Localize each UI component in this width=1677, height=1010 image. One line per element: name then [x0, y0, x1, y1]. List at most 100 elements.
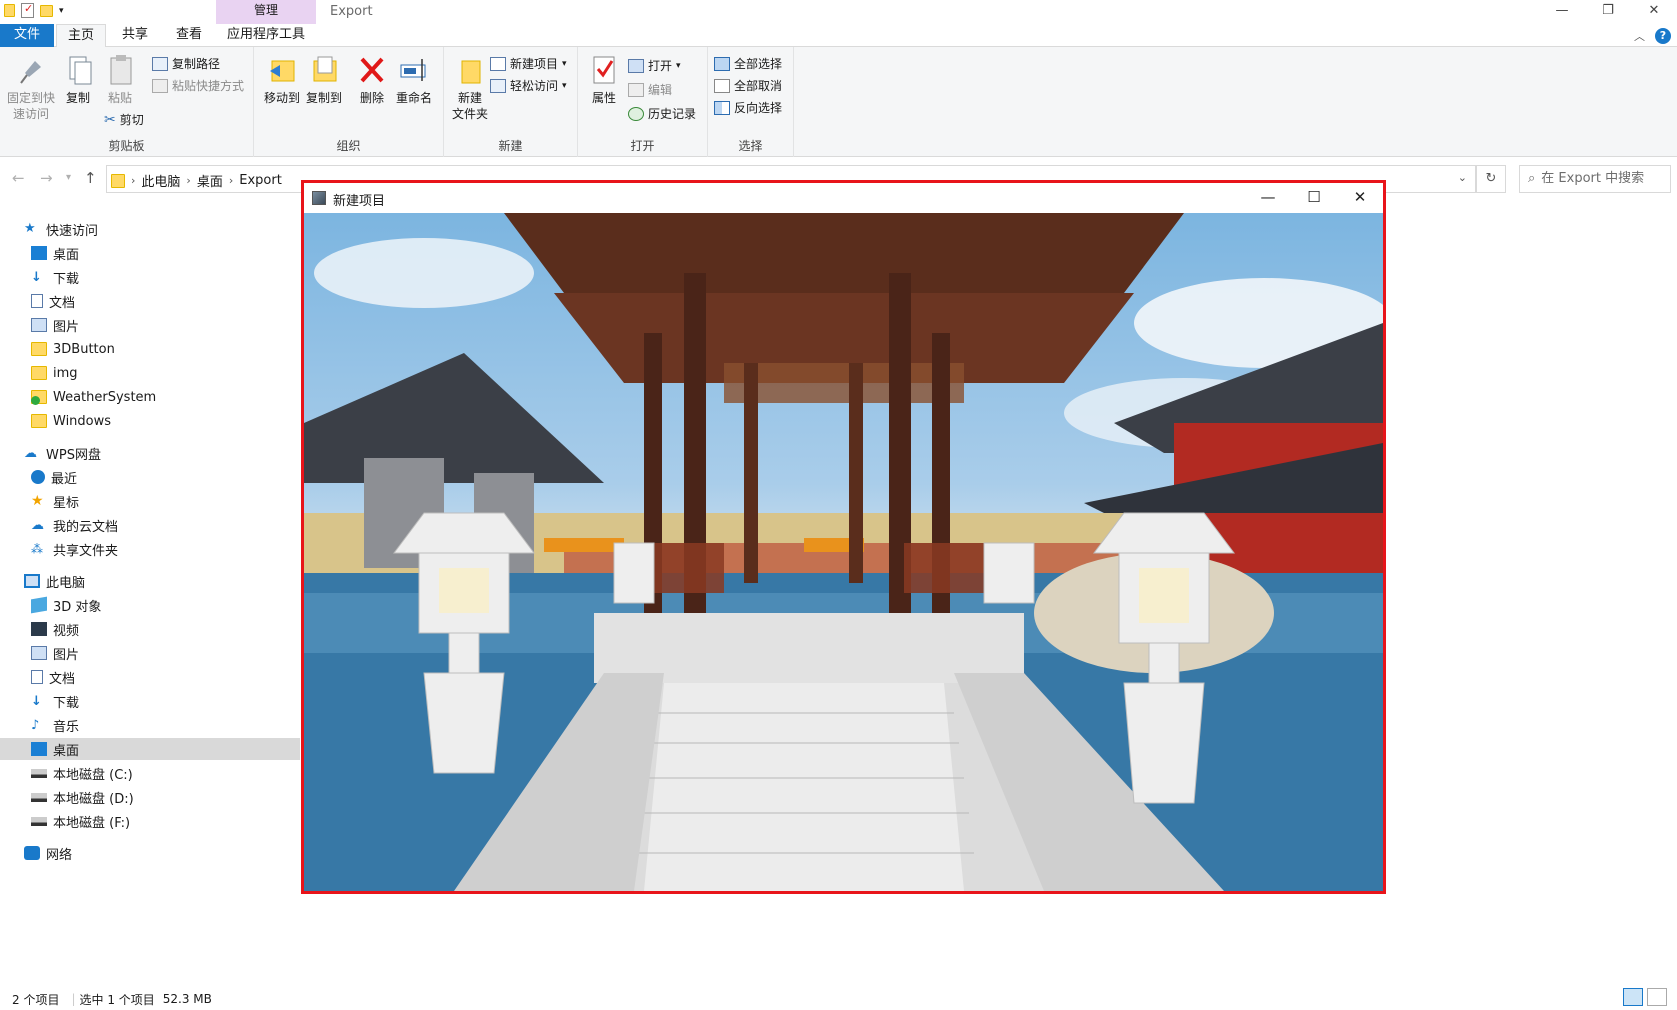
nav-item-drive-c[interactable]: 本地磁盘 (C:): [0, 762, 300, 784]
nav-item-recent[interactable]: 最近: [0, 466, 300, 488]
nav-item-3d-objects[interactable]: 3D 对象: [0, 594, 300, 616]
large-icons-view-icon[interactable]: [1647, 988, 1667, 1006]
tab-file[interactable]: 文件: [0, 24, 54, 47]
nav-item-shared-folder[interactable]: ⁂ 共享文件夹: [0, 538, 300, 560]
nav-item-downloads-pc[interactable]: ↓ 下载: [0, 690, 300, 712]
paste-shortcut-button[interactable]: 粘贴快捷方式: [152, 77, 244, 94]
copy-path-icon: [152, 56, 168, 71]
nav-item-documents[interactable]: 文档: [0, 290, 300, 312]
star-icon: ★: [24, 221, 36, 236]
open-button[interactable]: 打开 ▾: [628, 57, 681, 74]
select-none-icon: [714, 78, 730, 93]
nav-item-cloud-docs[interactable]: ☁ 我的云文档: [0, 514, 300, 536]
nav-item-downloads[interactable]: ↓ 下载: [0, 266, 300, 288]
new-item-icon: [490, 56, 506, 71]
tab-app-tools[interactable]: 应用程序工具: [216, 24, 316, 47]
collapse-ribbon-icon[interactable]: ︿: [1634, 28, 1645, 44]
up-arrow-icon[interactable]: ↑: [84, 169, 97, 187]
address-dropdown-icon[interactable]: ⌄: [1458, 171, 1467, 184]
nav-item-3dbutton[interactable]: 3DButton: [0, 338, 300, 360]
nav-item-desktop[interactable]: 桌面: [0, 242, 300, 264]
3d-scene-viewport[interactable]: [304, 213, 1383, 891]
move-to-button[interactable]: 移动到: [260, 53, 304, 106]
nav-item-starred[interactable]: ★ 星标: [0, 490, 300, 512]
copy-button[interactable]: 复制: [56, 53, 100, 106]
select-all-button[interactable]: 全部选择: [714, 55, 782, 72]
details-view-icon[interactable]: [1623, 988, 1643, 1006]
copy-to-icon: [308, 53, 340, 87]
tab-share[interactable]: 共享: [110, 24, 160, 47]
app-minimize-button[interactable]: —: [1245, 183, 1291, 213]
computer-icon: [24, 574, 40, 588]
desktop-icon: [31, 742, 47, 756]
app-maximize-button[interactable]: ☐: [1291, 183, 1337, 213]
back-arrow-icon[interactable]: ←: [12, 169, 25, 187]
copy-path-button[interactable]: 复制路径: [152, 55, 220, 72]
clock-icon: [31, 470, 45, 484]
open-group: 属性 打开 ▾ 编辑 历史记录 打开: [578, 47, 708, 157]
restore-button[interactable]: ❐: [1585, 0, 1631, 24]
copy-to-button[interactable]: 复制到: [302, 53, 346, 106]
nav-item-weathersystem[interactable]: WeatherSystem: [0, 386, 300, 408]
nav-this-pc[interactable]: 此电脑: [0, 570, 300, 592]
nav-item-music[interactable]: ♪ 音乐: [0, 714, 300, 736]
refresh-button[interactable]: ↻: [1476, 165, 1506, 193]
history-icon: [628, 106, 644, 121]
quick-access-toolbar: ✓ ▾: [4, 2, 64, 18]
new-group: 新建 文件夹 新建项目 ▾ 轻松访问 ▾ 新建: [444, 47, 578, 157]
nav-item-documents-pc[interactable]: 文档: [0, 666, 300, 688]
help-icon[interactable]: ?: [1655, 28, 1671, 44]
cut-button[interactable]: ✂ 剪切: [104, 111, 144, 128]
select-group-label: 选择: [738, 139, 763, 153]
nav-wps-drive[interactable]: ☁ WPS网盘: [0, 442, 300, 464]
breadcrumb-separator: ›: [186, 174, 191, 187]
nav-item-drive-d[interactable]: 本地磁盘 (D:): [0, 786, 300, 808]
easy-access-icon: [490, 78, 506, 93]
new-item-button[interactable]: 新建项目 ▾: [490, 55, 567, 72]
breadcrumb-export[interactable]: Export: [239, 173, 282, 188]
close-button[interactable]: ✕: [1631, 0, 1677, 24]
forward-arrow-icon[interactable]: →: [40, 169, 53, 187]
nav-item-drive-f[interactable]: 本地磁盘 (F:): [0, 810, 300, 832]
nav-item-desktop-pc[interactable]: 桌面: [0, 738, 300, 760]
properties-button[interactable]: 属性: [582, 53, 626, 106]
pin-quick-access-button[interactable]: 固定到快 速访问: [6, 53, 56, 122]
new-folder-icon: [454, 53, 486, 87]
easy-access-button[interactable]: 轻松访问 ▾: [490, 77, 567, 94]
delete-button[interactable]: 删除: [350, 53, 394, 106]
new-folder-button[interactable]: 新建 文件夹: [448, 53, 492, 122]
invert-selection-button[interactable]: 反向选择: [714, 99, 782, 116]
paste-icon: [104, 53, 136, 87]
nav-quick-access[interactable]: ★ 快速访问: [0, 218, 300, 240]
rename-button[interactable]: 重命名: [392, 53, 436, 106]
selection-count: 选中 1 个项目: [79, 992, 155, 1007]
minimize-button[interactable]: —: [1539, 0, 1585, 24]
nav-item-windows[interactable]: Windows: [0, 410, 300, 432]
history-button[interactable]: 历史记录: [628, 105, 696, 122]
selection-size: 52.3 MB: [162, 992, 212, 1006]
properties-check-icon[interactable]: ✓: [21, 2, 34, 18]
app-close-button[interactable]: ✕: [1337, 183, 1383, 213]
organize-group: 移动到 复制到 删除 重命名 组织: [254, 47, 444, 157]
customize-dropdown-icon[interactable]: ▾: [59, 6, 64, 16]
nav-network[interactable]: 网络: [0, 842, 300, 864]
download-arrow-icon: ↓: [31, 694, 42, 709]
new-folder-icon[interactable]: [40, 4, 53, 17]
nav-item-videos[interactable]: 视频: [0, 618, 300, 640]
tab-view[interactable]: 查看: [164, 24, 214, 47]
document-icon: [31, 294, 43, 308]
search-input[interactable]: ⌕ 在 Export 中搜索: [1519, 165, 1671, 193]
nav-item-img[interactable]: img: [0, 362, 300, 384]
nav-item-pictures[interactable]: 图片: [0, 314, 300, 336]
tab-home[interactable]: 主页: [56, 24, 106, 48]
nav-item-pictures-pc[interactable]: 图片: [0, 642, 300, 664]
star-icon: ★: [31, 493, 44, 509]
select-group: 全部选择 全部取消 反向选择 选择: [708, 47, 794, 157]
breadcrumb-this-pc[interactable]: 此电脑: [141, 171, 180, 190]
paste-button[interactable]: 粘贴: [98, 53, 142, 106]
recent-dropdown-icon[interactable]: ▾: [66, 172, 71, 183]
breadcrumb-desktop[interactable]: 桌面: [197, 171, 223, 190]
music-note-icon: ♪: [31, 718, 40, 733]
edit-button[interactable]: 编辑: [628, 81, 672, 98]
select-none-button[interactable]: 全部取消: [714, 77, 782, 94]
